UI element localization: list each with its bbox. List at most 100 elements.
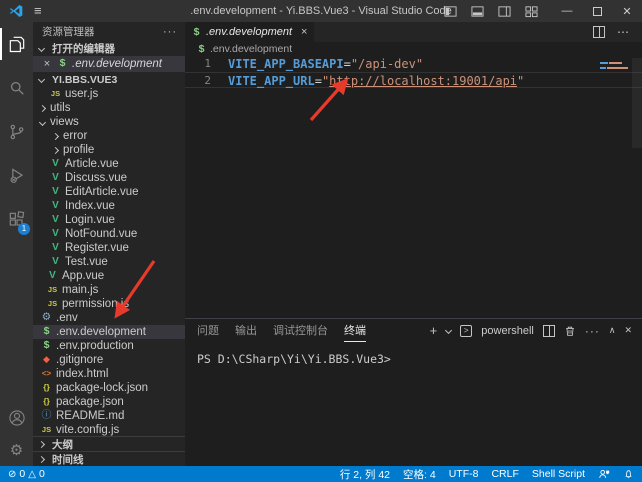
- tree-item[interactable]: Article.vue: [33, 157, 185, 171]
- chevron-right-icon: [52, 146, 59, 153]
- vue-icon: [50, 256, 61, 268]
- line-number: 2: [185, 73, 211, 87]
- tree-item[interactable]: permission.js: [33, 297, 185, 311]
- shell-name[interactable]: powershell: [481, 325, 534, 337]
- split-editor-icon[interactable]: [593, 26, 605, 38]
- tree-item[interactable]: Test.vue: [33, 255, 185, 269]
- title-bar: ≡ .env.development - Yi.BBS.Vue3 - Visua…: [0, 0, 642, 22]
- tree-item[interactable]: package.json: [33, 395, 185, 409]
- tree-item[interactable]: Register.vue: [33, 241, 185, 255]
- close-window-button[interactable]: ✕: [612, 0, 642, 22]
- tree-item[interactable]: NotFound.vue: [33, 227, 185, 241]
- js-icon: [47, 284, 58, 296]
- close-panel-icon[interactable]: ✕: [624, 326, 632, 335]
- open-editor-label: .env.development: [72, 58, 162, 70]
- tab-output[interactable]: 输出: [235, 319, 257, 342]
- tree-item[interactable]: README.md: [33, 409, 185, 423]
- open-editors-section[interactable]: 打开的编辑器: [33, 41, 185, 56]
- open-editor-item[interactable]: × .env.development: [33, 56, 185, 72]
- tree-item[interactable]: Discuss.vue: [33, 171, 185, 185]
- shellscript-icon: [41, 326, 52, 338]
- project-section-header[interactable]: YI.BBS.VUE3: [33, 72, 185, 87]
- tree-item-folder[interactable]: utils: [33, 101, 185, 115]
- tree-item-folder[interactable]: error: [33, 129, 185, 143]
- tree-item-folder[interactable]: profile: [33, 143, 185, 157]
- run-and-debug-icon[interactable]: [0, 154, 33, 198]
- vue-icon: [50, 228, 61, 240]
- error-icon: ⊘: [8, 469, 16, 480]
- eol-sequence[interactable]: CRLF: [491, 468, 518, 480]
- tree-item[interactable]: main.js: [33, 283, 185, 297]
- toggle-secondary-sidebar-icon[interactable]: [498, 5, 511, 18]
- explorer-more-actions-icon[interactable]: ···: [163, 26, 177, 38]
- tree-item[interactable]: .env: [33, 311, 185, 325]
- chevron-right-icon: [38, 440, 45, 447]
- window-controls: — ✕: [444, 0, 642, 22]
- split-terminal-icon[interactable]: [543, 325, 555, 337]
- customize-layout-icon[interactable]: [525, 5, 538, 18]
- chevron-right-icon: [52, 132, 59, 139]
- vue-icon: [50, 242, 61, 254]
- panel-more-actions-icon[interactable]: ···: [585, 324, 600, 338]
- close-editor-icon[interactable]: ×: [41, 58, 53, 70]
- cursor-position[interactable]: 行 2, 列 42: [340, 467, 390, 482]
- url-link[interactable]: http://localhost:19001/api: [329, 73, 517, 87]
- kill-terminal-trash-icon[interactable]: [564, 325, 576, 337]
- tree-item-folder[interactable]: views: [33, 115, 185, 129]
- timeline-section[interactable]: 时间线: [33, 451, 185, 466]
- close-tab-icon[interactable]: ×: [301, 26, 307, 38]
- new-terminal-icon[interactable]: +: [430, 324, 438, 337]
- extensions-badge: 1: [18, 223, 30, 235]
- toggle-sidebar-icon[interactable]: [444, 5, 457, 18]
- status-bar: ⊘ 0 △ 0 行 2, 列 42 空格: 4 UTF-8 CRLF Shell…: [0, 466, 642, 482]
- source-control-icon[interactable]: [0, 110, 33, 154]
- tree-item[interactable]: .gitignore: [33, 353, 185, 367]
- maximize-panel-icon[interactable]: ∧: [609, 326, 616, 335]
- toggle-panel-icon[interactable]: [471, 5, 484, 18]
- settings-gear-icon[interactable]: ⚙: [0, 434, 33, 466]
- explorer-icon[interactable]: [0, 22, 33, 66]
- encoding[interactable]: UTF-8: [449, 468, 479, 480]
- tree-item-selected[interactable]: .env.development: [33, 325, 185, 339]
- outline-section[interactable]: 大纲: [33, 436, 185, 451]
- problems-status[interactable]: ⊘ 0 △ 0: [8, 468, 45, 480]
- tree-item[interactable]: App.vue: [33, 269, 185, 283]
- notifications-bell-icon[interactable]: [623, 468, 634, 480]
- code-editor[interactable]: 1VITE_APP_BASEAPI="/api-dev" 2VITE_APP_U…: [185, 56, 642, 318]
- maximize-button[interactable]: [582, 0, 612, 22]
- language-mode[interactable]: Shell Script: [532, 468, 585, 480]
- feedback-icon[interactable]: [598, 468, 610, 480]
- extensions-icon[interactable]: 1: [0, 198, 33, 242]
- tab-terminal[interactable]: 终端: [344, 319, 366, 342]
- warning-icon: △: [28, 469, 36, 480]
- vscode-window: ≡ .env.development - Yi.BBS.Vue3 - Visua…: [0, 0, 642, 482]
- search-icon[interactable]: [0, 66, 33, 110]
- minimize-button[interactable]: —: [552, 0, 582, 22]
- markdown-icon: [41, 410, 52, 422]
- tree-item[interactable]: Login.vue: [33, 213, 185, 227]
- tab-env-development[interactable]: .env.development ×: [185, 22, 314, 42]
- vue-icon: [50, 158, 61, 170]
- chevron-down-icon[interactable]: [445, 327, 452, 334]
- tree-item[interactable]: vite.config.js: [33, 423, 185, 437]
- indentation[interactable]: 空格: 4: [403, 467, 436, 482]
- tree-item[interactable]: Index.vue: [33, 199, 185, 213]
- editor-tab-bar: .env.development × ⋯: [185, 22, 642, 42]
- powershell-icon: >: [460, 325, 472, 337]
- tab-problems[interactable]: 问题: [197, 319, 219, 342]
- breadcrumb[interactable]: .env.development: [185, 42, 642, 56]
- tree-item[interactable]: user.js: [33, 87, 185, 101]
- tree-item[interactable]: package-lock.json: [33, 381, 185, 395]
- json-icon: [41, 382, 52, 394]
- editor-more-actions-icon[interactable]: ⋯: [617, 25, 630, 39]
- gear-icon: [41, 312, 52, 324]
- chevron-down-icon: [38, 45, 45, 52]
- tree-item[interactable]: EditArticle.vue: [33, 185, 185, 199]
- account-icon[interactable]: [0, 402, 33, 434]
- shellscript-icon: [41, 340, 52, 352]
- terminal-output[interactable]: PS D:\CSharp\Yi\Yi.BBS.Vue3>: [185, 342, 642, 366]
- tree-item[interactable]: index.html: [33, 367, 185, 381]
- tree-item[interactable]: .env.production: [33, 339, 185, 353]
- minimap[interactable]: [600, 58, 630, 118]
- tab-debug-console[interactable]: 调试控制台: [273, 319, 328, 342]
